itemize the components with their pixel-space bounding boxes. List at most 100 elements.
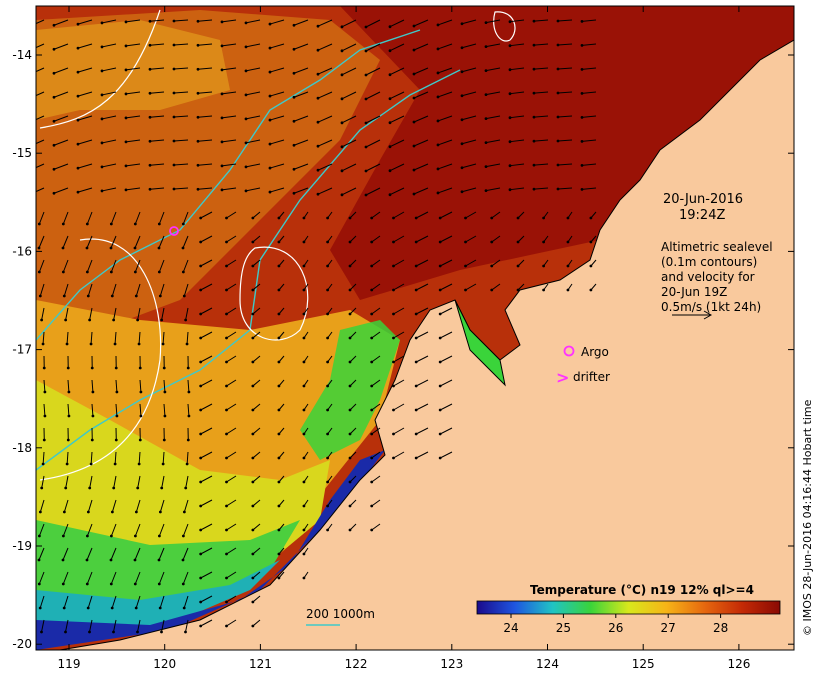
velocity-arrow-head	[556, 139, 560, 143]
velocity-arrow-head	[348, 264, 352, 268]
legend-line-5: 0.5m/s (1kt 24h)	[661, 300, 761, 314]
velocity-arrow-head	[464, 264, 467, 268]
velocity-arrow-head	[43, 390, 47, 394]
velocity-arrow-head	[556, 91, 560, 95]
velocity-arrow-head	[225, 600, 228, 604]
velocity-arrow-head	[268, 142, 272, 146]
velocity-arrow-head	[580, 43, 584, 47]
velocity-arrow-head	[133, 222, 137, 226]
imos-credit: © IMOS 28-Jun-2016 04:16:44 Hobart time	[801, 399, 814, 636]
velocity-arrow-head	[516, 264, 520, 268]
velocity-arrow-head	[38, 606, 42, 610]
legend-line-2: (0.1m contours)	[661, 255, 757, 269]
velocity-arrow-head	[490, 264, 494, 268]
velocity-arrow-head	[160, 486, 164, 490]
velocity-arrow-head	[225, 504, 228, 508]
velocity-arrow-head	[225, 384, 228, 388]
colorbar-tick-label: 24	[503, 621, 518, 635]
velocity-arrow-head	[277, 240, 281, 244]
velocity-arrow-head	[414, 264, 418, 268]
velocity-arrow-head	[460, 46, 464, 50]
velocity-arrow-head	[542, 288, 546, 292]
velocity-arrow-head	[137, 342, 141, 346]
velocity-arrow-head	[340, 145, 344, 149]
velocity-arrow-head	[133, 270, 137, 274]
velocity-arrow-head	[508, 20, 512, 24]
velocity-arrow-head	[370, 528, 374, 532]
velocity-arrow-head	[157, 582, 161, 586]
velocity-arrow-head	[199, 240, 203, 244]
velocity-arrow-head	[91, 414, 95, 418]
lon-tick-label: 120	[153, 657, 176, 671]
velocity-arrow-head	[76, 142, 80, 146]
velocity-arrow-head	[66, 366, 70, 370]
velocity-arrow-head	[251, 432, 255, 436]
velocity-arrow-head	[580, 19, 584, 23]
velocity-arrow-head	[460, 190, 464, 194]
velocity-arrow-head	[37, 246, 41, 250]
velocity-arrow-head	[392, 360, 395, 364]
velocity-arrow-head	[370, 336, 374, 340]
velocity-arrow-head	[29, 121, 32, 124]
velocity-arrow-head	[52, 23, 56, 27]
velocity-arrow-head	[148, 19, 152, 23]
velocity-arrow-head	[580, 115, 584, 119]
velocity-arrow-head	[113, 462, 117, 466]
velocity-arrow-head	[38, 294, 42, 298]
velocity-arrow-head	[124, 20, 128, 24]
velocity-arrow-head	[29, 25, 32, 28]
velocity-arrow-head	[460, 94, 464, 98]
velocity-arrow-head	[124, 140, 128, 144]
velocity-arrow-head	[542, 264, 546, 268]
legend-line-1: Altimetric sealevel	[661, 240, 773, 254]
velocity-arrow-head	[438, 408, 442, 412]
velocity-arrow-head	[436, 71, 440, 75]
velocity-arrow-head	[580, 91, 584, 95]
velocity-arrow-head	[199, 600, 203, 604]
velocity-arrow-head	[414, 288, 418, 292]
velocity-arrow-head	[199, 480, 203, 484]
velocity-arrow-head	[388, 193, 392, 197]
velocity-arrow-head	[340, 121, 344, 125]
velocity-arrow-head	[438, 216, 442, 220]
velocity-arrow-head	[302, 432, 306, 436]
velocity-arrow-head	[436, 191, 440, 195]
velocity-arrow-head	[436, 95, 440, 99]
velocity-arrow-head	[184, 318, 188, 322]
velocity-arrow-head	[66, 438, 70, 442]
velocity-arrow-head	[112, 318, 116, 322]
velocity-arrow-head	[133, 558, 137, 562]
velocity-arrow-head	[340, 49, 344, 53]
velocity-arrow-head	[199, 432, 203, 436]
velocity-arrow-head	[40, 486, 44, 490]
velocity-arrow-head	[225, 264, 228, 268]
velocity-arrow-head	[52, 47, 56, 51]
velocity-arrow-head	[148, 187, 152, 191]
velocity-arrow-head	[148, 43, 152, 47]
velocity-arrow-head	[364, 169, 368, 173]
velocity-arrow-head	[65, 462, 69, 466]
velocity-arrow-head	[85, 222, 89, 226]
velocity-arrow-head	[160, 630, 163, 634]
velocity-arrow-head	[251, 288, 255, 292]
velocity-arrow-head	[436, 23, 440, 27]
velocity-arrow-head	[137, 462, 141, 466]
velocity-arrow-head	[199, 552, 203, 556]
velocity-arrow-head	[115, 414, 119, 418]
velocity-arrow-head	[37, 222, 41, 226]
velocity-arrow-head	[580, 139, 584, 143]
velocity-arrow-head	[348, 216, 352, 220]
velocity-arrow-head	[370, 384, 374, 388]
velocity-arrow-head	[316, 72, 320, 76]
velocity-arrow-head	[52, 95, 56, 99]
velocity-arrow-head	[172, 139, 176, 143]
velocity-arrow-head	[199, 624, 203, 628]
velocity-arrow-head	[516, 288, 520, 292]
velocity-arrow-head	[490, 216, 494, 220]
velocity-arrow-head	[580, 67, 584, 71]
velocity-arrow-head	[90, 366, 94, 370]
velocity-arrow-head	[64, 486, 68, 490]
velocity-arrow-head	[490, 288, 494, 292]
argo-label: Argo	[581, 345, 609, 359]
velocity-arrow-head	[251, 624, 255, 628]
